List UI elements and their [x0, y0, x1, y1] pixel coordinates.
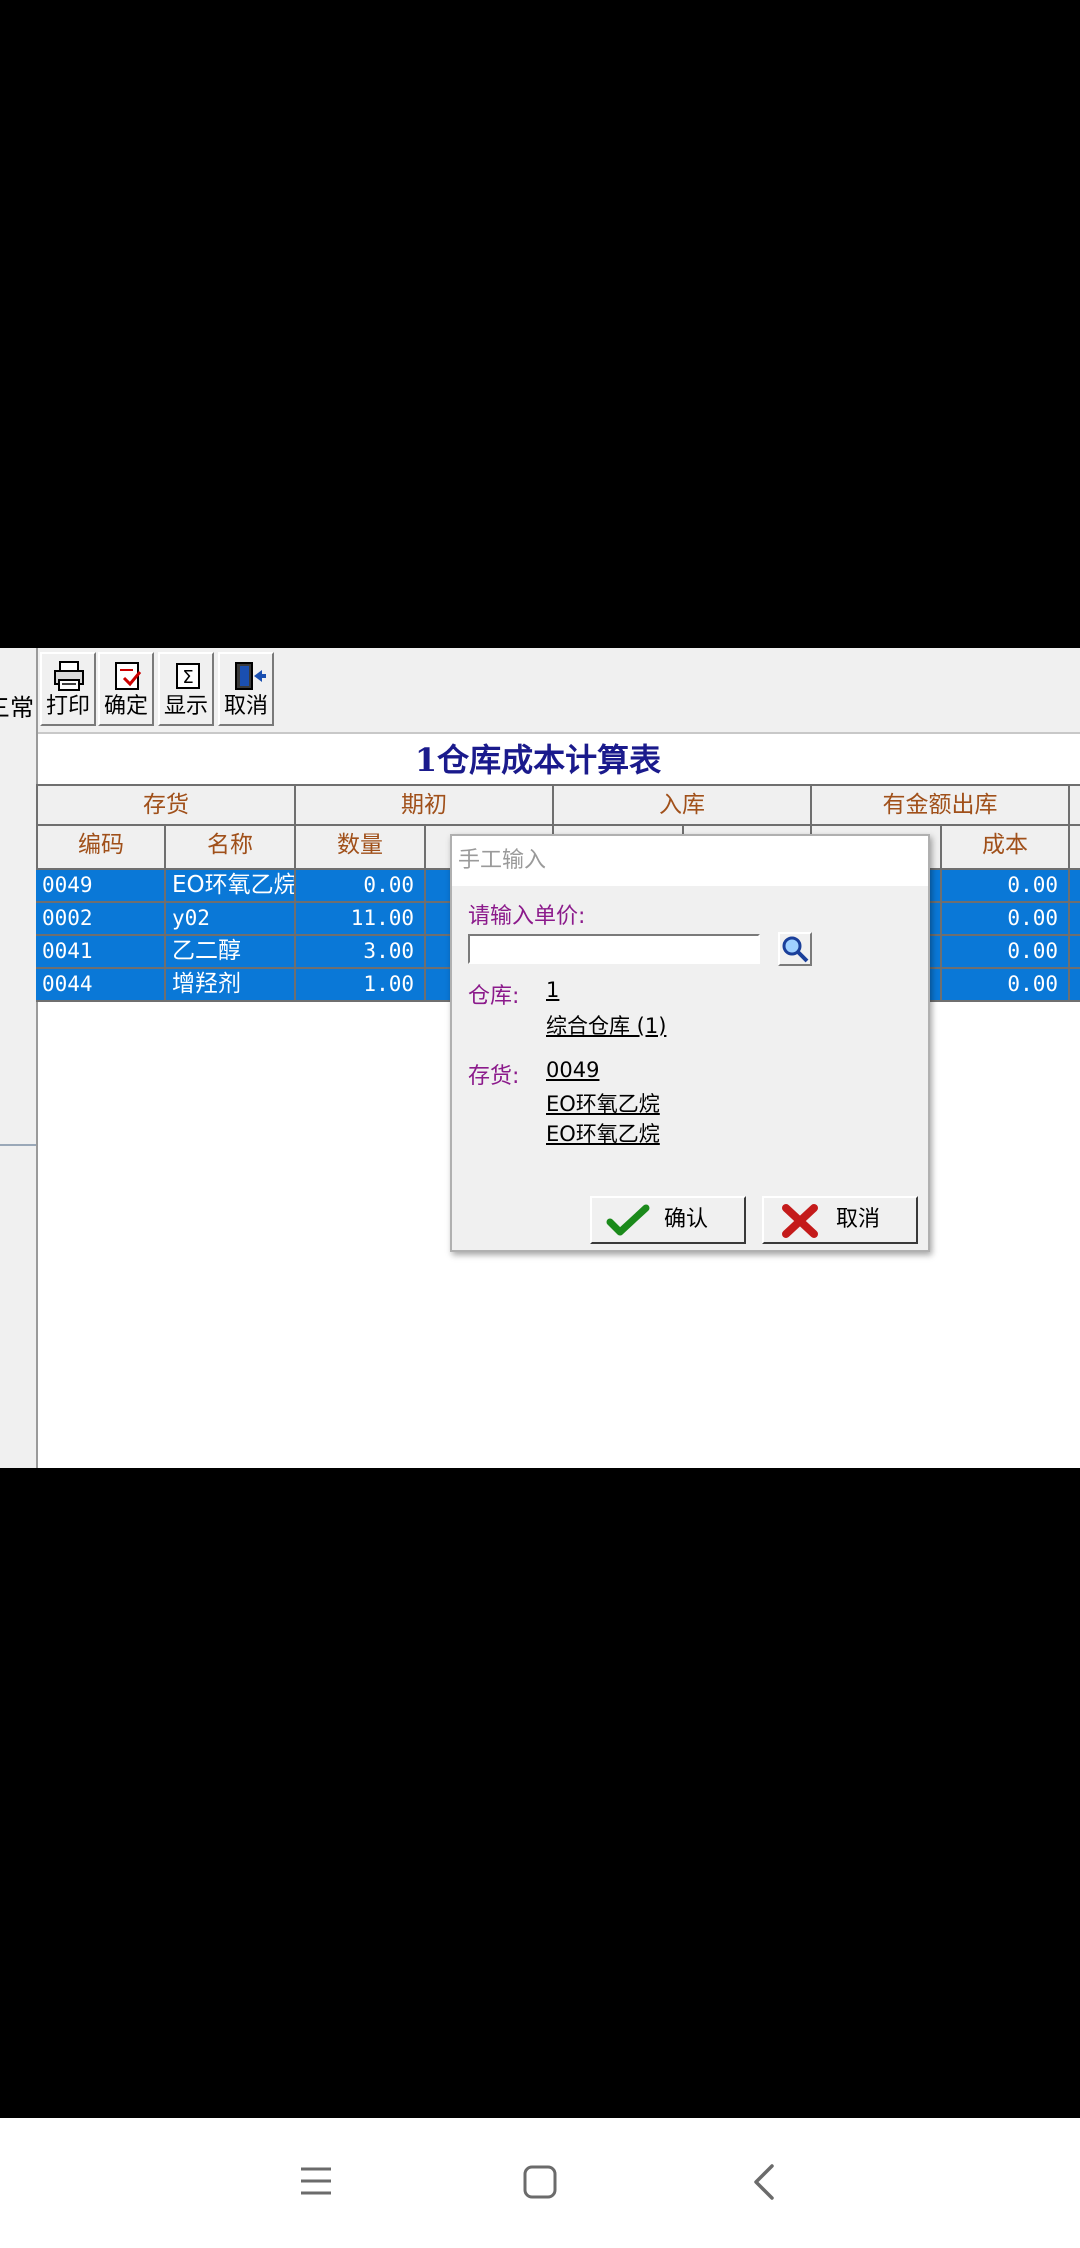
group-header-inventory: 存货 — [36, 784, 296, 826]
report-title: 1仓库成本计算表 — [414, 741, 662, 779]
dialog-title: 手工输入 — [452, 836, 928, 886]
exit-door-icon — [235, 662, 266, 690]
back-icon[interactable] — [752, 2162, 776, 2202]
ok-button[interactable]: 确认 — [590, 1196, 746, 1244]
table-row-more — [1070, 969, 1080, 1002]
toolbar: 打印 确定 Σ 显示 取消 — [0, 648, 1080, 734]
table-row-cost[interactable]: 0.00 — [942, 969, 1070, 1002]
table-row-code[interactable]: 0041 — [36, 936, 166, 969]
red-x-icon — [782, 1204, 818, 1238]
unit-price-input[interactable] — [468, 934, 760, 964]
column-header-cost[interactable]: 成本 — [942, 826, 1070, 870]
checkmark-icon — [606, 1204, 650, 1236]
inventory-name: EO环氧乙烷 — [546, 1092, 660, 1116]
warehouse-name: 综合仓库 (1) — [546, 1014, 667, 1038]
ok-button-label: 确认 — [664, 1207, 709, 1232]
menu-icon[interactable] — [298, 2164, 334, 2198]
display-button-label: 显示 — [163, 694, 208, 719]
confirm-button-label: 确定 — [103, 694, 148, 719]
inventory-code: 0049 — [546, 1058, 600, 1082]
table-row-code[interactable]: 0002 — [36, 903, 166, 936]
confirm-button[interactable]: 确定 — [98, 652, 154, 726]
system-navigation-bar — [0, 2118, 1080, 2248]
cancel-toolbar-button-label: 取消 — [223, 694, 268, 719]
table-row-code[interactable]: 0044 — [36, 969, 166, 1002]
table-row-quantity[interactable]: 11.00 — [296, 903, 426, 936]
display-button[interactable]: Σ 显示 — [158, 652, 214, 726]
table-row-code[interactable]: 0049 — [36, 870, 166, 903]
printer-icon — [54, 661, 84, 691]
cancel-toolbar-button[interactable]: 取消 — [218, 652, 274, 726]
cancel-button-label: 取消 — [836, 1207, 881, 1232]
column-header-quantity[interactable]: 数量 — [296, 826, 426, 870]
column-header-more — [1070, 826, 1080, 870]
table-row-name[interactable]: y02 — [166, 903, 296, 936]
print-button[interactable]: 打印 — [40, 652, 96, 726]
table-row-name[interactable]: EO环氧乙烷 — [166, 870, 296, 903]
table-row-name[interactable]: 增羟剂 — [166, 969, 296, 1002]
left-window-divider — [0, 1144, 36, 1146]
column-header-name[interactable]: 名称 — [166, 826, 296, 870]
table-row-more — [1070, 870, 1080, 903]
manual-input-dialog: 手工输入 请输入单价: 仓库: 1 综合仓库 (1) 存货: 0049 EO环氧… — [450, 834, 930, 1252]
lookup-button[interactable] — [778, 932, 812, 966]
sigma-icon: Σ — [176, 663, 200, 689]
left-window-strip — [0, 648, 38, 1468]
table-row-cost[interactable]: 0.00 — [942, 870, 1070, 903]
inventory-spec: EO环氧乙烷 — [546, 1122, 660, 1146]
warehouse-label: 仓库: — [468, 984, 520, 1009]
print-button-label: 打印 — [45, 694, 90, 719]
price-prompt: 请输入单价: — [468, 904, 586, 929]
table-row-more — [1070, 903, 1080, 936]
confirm-doc-icon — [115, 662, 142, 690]
column-header-code[interactable]: 编码 — [36, 826, 166, 870]
table-row-quantity[interactable]: 3.00 — [296, 936, 426, 969]
table-row-more — [1070, 936, 1080, 969]
table-row-quantity[interactable]: 1.00 — [296, 969, 426, 1002]
group-header-inbound: 入库 — [554, 784, 812, 826]
home-icon[interactable] — [522, 2164, 558, 2200]
group-header-opening: 期初 — [296, 784, 554, 826]
table-row-quantity[interactable]: 0.00 — [296, 870, 426, 903]
warehouse-code: 1 — [546, 978, 560, 1002]
magnifier-icon — [782, 936, 809, 963]
inventory-label: 存货: — [468, 1064, 520, 1089]
group-header-more — [1070, 784, 1080, 826]
table-row-cost[interactable]: 0.00 — [942, 903, 1070, 936]
svg-text:Σ: Σ — [182, 667, 193, 688]
left-window-caption: 三常 — [0, 694, 34, 718]
table-row-name[interactable]: 乙二醇 — [166, 936, 296, 969]
table-row-cost[interactable]: 0.00 — [942, 936, 1070, 969]
group-header-outbound: 有金额出库 — [812, 784, 1070, 826]
cancel-button[interactable]: 取消 — [762, 1196, 918, 1244]
